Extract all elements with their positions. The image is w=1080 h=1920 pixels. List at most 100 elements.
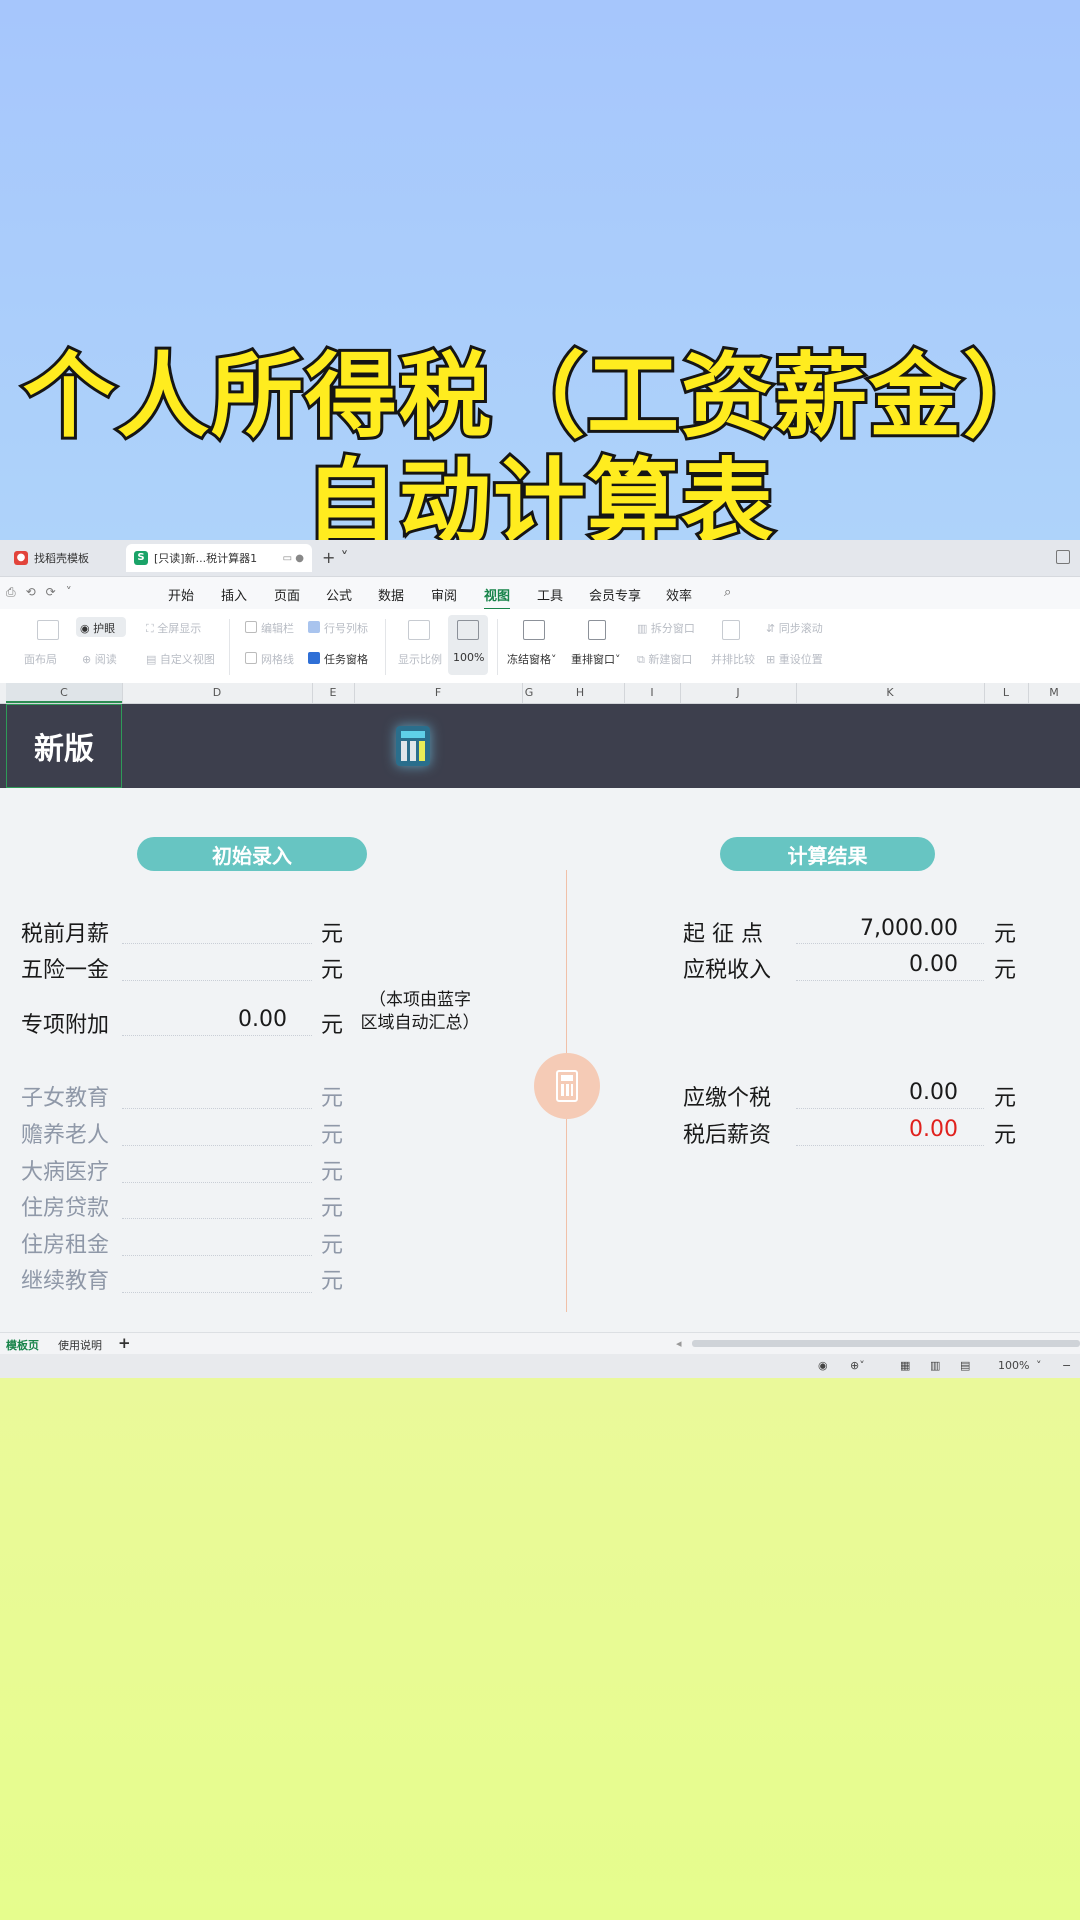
zoom-ratio-icon[interactable] [408, 620, 430, 640]
menu-home[interactable]: 开始 [168, 585, 194, 604]
elderly-support-input[interactable] [122, 1145, 312, 1146]
zoom-dropdown-icon[interactable]: ˅ [1036, 1359, 1042, 1372]
housing-loan-label: 住房贷款 [21, 1196, 110, 1221]
pretax-salary-label: 税前月薪 [21, 922, 110, 947]
edit-bar-checkbox[interactable]: 编辑栏 [245, 620, 294, 636]
fullscreen-button[interactable]: ⛶ 全屏显示 [146, 620, 201, 636]
column-header-row: C D E F G H I J K L M [0, 683, 1080, 704]
new-window-icon: ⧉ [637, 653, 649, 666]
column-header[interactable]: F [354, 686, 522, 699]
window-layout-icon[interactable] [1056, 550, 1070, 564]
horizontal-scrollbar[interactable] [692, 1340, 1080, 1347]
zoom-100-button[interactable]: 100% [453, 651, 484, 664]
add-sheet-button[interactable]: + [118, 1334, 131, 1352]
split-icon: ▥ [637, 622, 651, 635]
zoom-out-icon[interactable]: − [1062, 1359, 1071, 1372]
medical-input[interactable] [122, 1182, 312, 1183]
custom-view-button[interactable]: ▤ 自定义视图 [146, 651, 215, 667]
special-deduction-value: 0.00 [238, 1007, 287, 1032]
new-window-button[interactable]: ⧉ 新建窗口 [637, 651, 692, 667]
split-window-button[interactable]: ▥ 拆分窗口 [637, 620, 695, 636]
new-version-cell[interactable]: 新版 [6, 704, 122, 788]
threshold-field [796, 943, 984, 944]
menu-insert[interactable]: 插入 [221, 585, 247, 604]
fullscreen-icon: ⛶ [146, 622, 158, 635]
column-header[interactable]: M [1028, 686, 1080, 699]
sheet-tab-template[interactable]: 模板页 [6, 1337, 39, 1353]
housing-rent-input[interactable] [122, 1255, 312, 1256]
insurance-fund-label: 五险一金 [21, 958, 110, 983]
rearrange-label: 重排窗口 [571, 653, 615, 666]
tab-daoke-templates[interactable]: ● 找稻壳模板 [6, 544, 122, 572]
freeze-panes-button[interactable]: 冻结窗格˅ [507, 651, 557, 667]
elderly-support-label: 赡养老人 [21, 1123, 110, 1148]
menu-bar: ⎙⟲⟳˅ 开始 插入 页面 公式 数据 审阅 视图 工具 会员专享 效率 ⌕ [0, 577, 1080, 610]
eye-protect-status-icon[interactable]: ◉ [818, 1359, 828, 1372]
side-by-side-icon[interactable] [722, 620, 740, 640]
zoom-100-icon[interactable] [457, 620, 479, 640]
menu-review[interactable]: 审阅 [431, 585, 457, 604]
reset-position-button[interactable]: ⊞ 重设位置 [766, 651, 823, 667]
quick-access-icons[interactable]: ⎙⟲⟳˅ [6, 585, 82, 600]
task-pane-label: 任务窗格 [324, 653, 368, 666]
menu-efficiency[interactable]: 效率 [666, 585, 692, 604]
split-label: 拆分窗口 [650, 622, 695, 635]
rearrange-window-button[interactable]: 重排窗口˅ [571, 651, 621, 667]
continuing-education-input[interactable] [122, 1292, 312, 1293]
column-header[interactable]: K [796, 686, 984, 699]
page-layout-icon[interactable] [37, 620, 59, 640]
row-col-header-checkbox[interactable]: 行号列标 [308, 620, 368, 636]
tax-payable-field [796, 1108, 984, 1109]
tab-tax-calculator[interactable]: S [只读]新...税计算器1 ▭ ● [126, 544, 312, 572]
after-tax-salary-value: 0.00 [909, 1117, 958, 1142]
column-header[interactable]: H [536, 686, 624, 699]
freeze-panes-icon[interactable] [523, 620, 545, 640]
bottom-background [0, 1378, 1080, 1920]
child-education-input[interactable] [122, 1108, 312, 1109]
tab-status-icons[interactable]: ▭ ● [283, 553, 304, 564]
view-mode-icon[interactable]: ⊕˅ [850, 1359, 865, 1372]
column-header[interactable]: L [984, 686, 1028, 699]
sync-scroll-button[interactable]: ⇵ 同步滚动 [766, 620, 823, 636]
zoom-ratio-button[interactable]: 显示比例 [398, 651, 442, 667]
menu-page[interactable]: 页面 [274, 585, 300, 604]
menu-view[interactable]: 视图 [484, 585, 511, 610]
unit-label: 元 [321, 958, 344, 983]
menu-data[interactable]: 数据 [378, 585, 404, 604]
search-icon[interactable]: ⌕ [724, 585, 731, 600]
menu-formula[interactable]: 公式 [326, 585, 352, 604]
column-header[interactable]: D [122, 686, 312, 699]
tab-label: 找稻壳模板 [34, 552, 89, 565]
scroll-left-icon[interactable]: ◂ [676, 1337, 682, 1350]
medical-label: 大病医疗 [21, 1160, 110, 1185]
column-header[interactable]: I [624, 686, 680, 699]
column-header[interactable]: G [522, 686, 536, 699]
custom-view-label: 自定义视图 [159, 653, 215, 666]
housing-loan-input[interactable] [122, 1218, 312, 1219]
page-break-view-icon[interactable]: ▤ [960, 1359, 970, 1372]
insurance-fund-input[interactable] [122, 980, 312, 981]
normal-view-icon[interactable]: ▦ [900, 1359, 910, 1372]
column-header[interactable]: C [6, 686, 122, 699]
chevron-down-icon: ˅ [615, 653, 621, 666]
zoom-level[interactable]: 100% [998, 1359, 1029, 1372]
tax-payable-label: 应缴个税 [683, 1086, 772, 1111]
sheet-tab-instructions[interactable]: 使用说明 [58, 1337, 102, 1353]
new-tab-button[interactable]: + ˅ [322, 548, 349, 567]
task-pane-checkbox[interactable]: 任务窗格 [308, 651, 368, 667]
gridlines-checkbox[interactable]: 网格线 [245, 651, 294, 667]
column-header[interactable]: E [312, 686, 354, 699]
rearrange-icon[interactable] [588, 620, 606, 640]
tab-bar: ● 找稻壳模板 S [只读]新...税计算器1 ▭ ● + ˅ [0, 540, 1080, 577]
page-layout-view-icon[interactable]: ▥ [930, 1359, 940, 1372]
read-button[interactable]: ⊕ 阅读 [82, 651, 117, 667]
column-header[interactable]: J [680, 686, 796, 699]
side-by-side-button[interactable]: 并排比较 [711, 651, 755, 667]
menu-tools[interactable]: 工具 [537, 585, 563, 604]
pretax-salary-input[interactable] [122, 943, 312, 944]
tax-payable-value: 0.00 [909, 1080, 958, 1105]
menu-member[interactable]: 会员专享 [589, 585, 641, 604]
threshold-label: 起 征 点 [683, 922, 763, 947]
page-layout-button[interactable]: 面布局 [24, 651, 57, 667]
eye-protect-button[interactable]: ◉ 护眼 [80, 620, 115, 636]
